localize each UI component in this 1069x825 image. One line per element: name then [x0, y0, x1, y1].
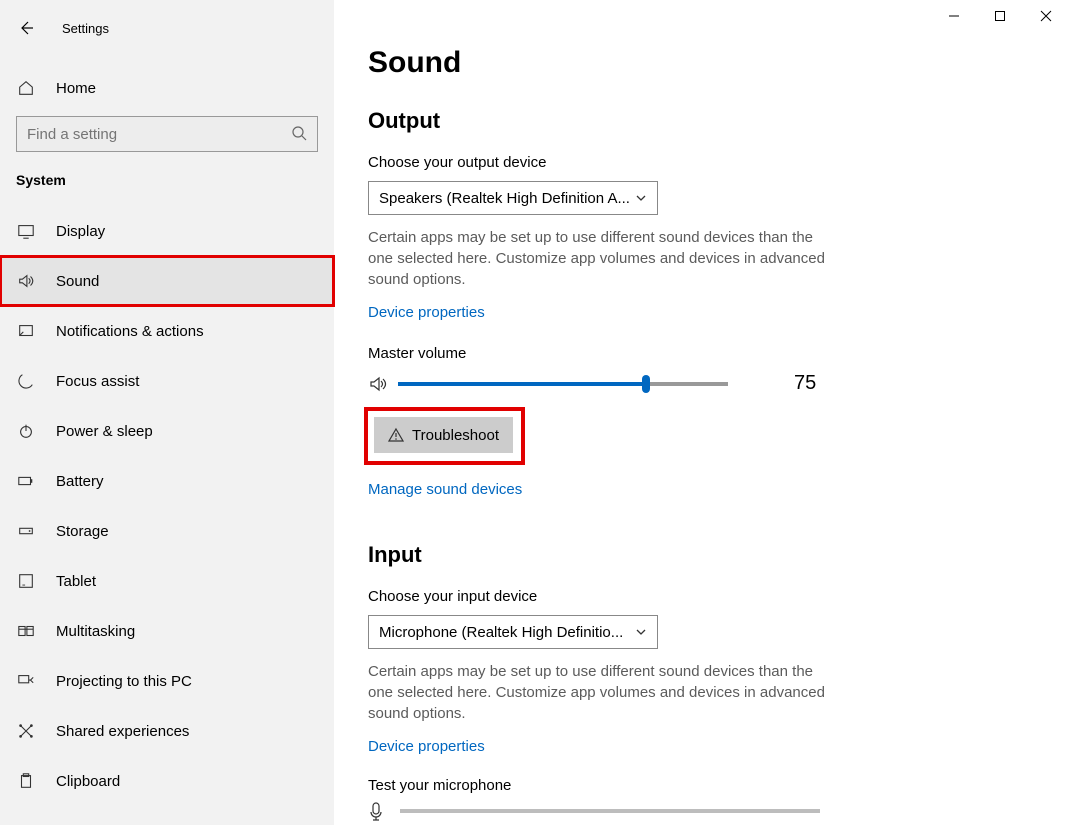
projecting-icon — [16, 671, 36, 691]
test-mic-label: Test your microphone — [368, 777, 1039, 794]
output-help-text: Certain apps may be set up to use differ… — [368, 227, 838, 290]
sidebar-item-label: Display — [56, 223, 105, 240]
input-help-text: Certain apps may be set up to use differ… — [368, 661, 838, 724]
back-arrow-icon — [18, 20, 34, 36]
sidebar-item-multitasking[interactable]: Multitasking — [0, 606, 334, 656]
master-volume-label: Master volume — [368, 345, 1039, 362]
battery-icon — [16, 471, 36, 491]
multitasking-icon — [16, 621, 36, 641]
sidebar-item-sound[interactable]: Sound — [0, 256, 334, 306]
sidebar-item-label: Sound — [56, 273, 99, 290]
sidebar-item-projecting[interactable]: Projecting to this PC — [0, 656, 334, 706]
troubleshoot-label: Troubleshoot — [412, 427, 499, 444]
focus-icon — [16, 371, 36, 391]
sidebar-item-power[interactable]: Power & sleep — [0, 406, 334, 456]
sidebar-item-label: Notifications & actions — [56, 323, 204, 340]
sidebar-item-storage[interactable]: Storage — [0, 506, 334, 556]
sidebar-item-label: Focus assist — [56, 373, 139, 390]
sidebar-item-label: Power & sleep — [56, 423, 153, 440]
power-icon — [16, 421, 36, 441]
sidebar-item-display[interactable]: Display — [0, 206, 334, 256]
sidebar-section: System — [0, 152, 334, 188]
sidebar-item-label: Projecting to this PC — [56, 673, 192, 690]
tablet-icon — [16, 571, 36, 591]
sidebar: Settings Home System Display Sound — [0, 0, 334, 825]
back-button[interactable] — [14, 16, 38, 40]
home-label: Home — [56, 80, 96, 97]
sidebar-item-label: Shared experiences — [56, 723, 189, 740]
troubleshoot-button[interactable]: Troubleshoot — [374, 417, 513, 453]
sidebar-item-notifications[interactable]: Notifications & actions — [0, 306, 334, 356]
maximize-button[interactable] — [977, 0, 1023, 32]
output-heading: Output — [368, 108, 1039, 134]
sidebar-item-label: Tablet — [56, 573, 96, 590]
home-nav[interactable]: Home — [0, 66, 334, 110]
main-content: Sound Output Choose your output device S… — [334, 0, 1069, 825]
sidebar-item-clipboard[interactable]: Clipboard — [0, 756, 334, 806]
volume-icon — [368, 374, 388, 394]
output-device-properties-link[interactable]: Device properties — [368, 304, 1039, 321]
troubleshoot-highlight: Troubleshoot — [364, 407, 525, 465]
mic-level-bar — [400, 809, 820, 813]
search-icon — [291, 125, 307, 141]
close-icon — [1040, 10, 1052, 22]
search-box[interactable] — [16, 116, 318, 152]
chevron-down-icon — [635, 192, 647, 204]
minimize-icon — [948, 10, 960, 22]
notifications-icon — [16, 321, 36, 341]
master-volume-value: 75 — [794, 372, 816, 395]
manage-sound-link[interactable]: Manage sound devices — [368, 481, 1039, 498]
sidebar-item-label: Multitasking — [56, 623, 135, 640]
output-device-select[interactable]: Speakers (Realtek High Definition A... — [368, 181, 658, 215]
output-device-label: Choose your output device — [368, 154, 1039, 171]
chevron-down-icon — [635, 626, 647, 638]
microphone-icon — [368, 802, 386, 820]
sidebar-item-focus[interactable]: Focus assist — [0, 356, 334, 406]
page-title: Sound — [368, 46, 1039, 80]
input-device-select[interactable]: Microphone (Realtek High Definitio... — [368, 615, 658, 649]
input-device-properties-link[interactable]: Device properties — [368, 738, 1039, 755]
clipboard-icon — [16, 771, 36, 791]
storage-icon — [16, 521, 36, 541]
sidebar-item-label: Storage — [56, 523, 109, 540]
master-volume-slider[interactable] — [398, 382, 728, 386]
window-title: Settings — [62, 21, 109, 36]
input-device-value: Microphone (Realtek High Definitio... — [379, 624, 623, 641]
minimize-button[interactable] — [931, 0, 977, 32]
close-button[interactable] — [1023, 0, 1069, 32]
sidebar-item-label: Clipboard — [56, 773, 120, 790]
sidebar-item-shared[interactable]: Shared experiences — [0, 706, 334, 756]
sidebar-item-tablet[interactable]: Tablet — [0, 556, 334, 606]
maximize-icon — [994, 10, 1006, 22]
display-icon — [16, 221, 36, 241]
home-icon — [16, 78, 36, 98]
input-heading: Input — [368, 542, 1039, 568]
sidebar-item-label: Battery — [56, 473, 104, 490]
warning-icon — [388, 427, 404, 443]
sidebar-list: Display Sound Notifications & actions Fo… — [0, 206, 334, 806]
sound-icon — [16, 271, 36, 291]
search-input[interactable] — [27, 126, 307, 143]
output-device-value: Speakers (Realtek High Definition A... — [379, 190, 630, 207]
shared-icon — [16, 721, 36, 741]
input-device-label: Choose your input device — [368, 588, 1039, 605]
sidebar-item-battery[interactable]: Battery — [0, 456, 334, 506]
